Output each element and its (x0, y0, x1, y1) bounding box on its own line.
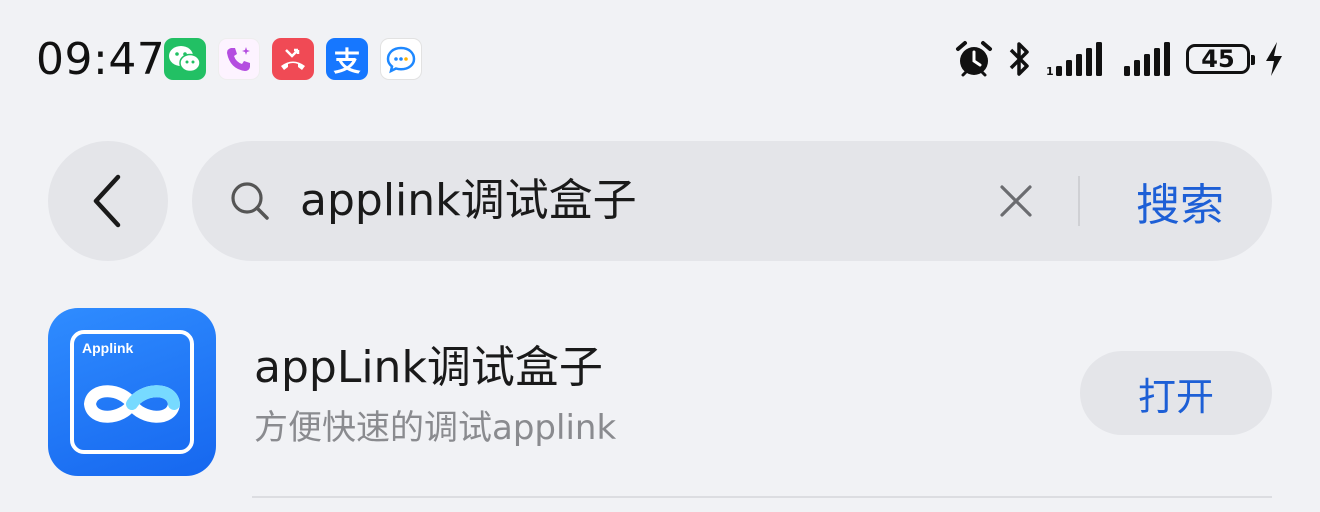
back-button[interactable] (48, 141, 168, 261)
app-icon[interactable]: Applink (48, 308, 216, 476)
charging-icon (1266, 42, 1282, 76)
infinity-logo-icon (83, 385, 181, 423)
system-icons: 1 45 (954, 38, 1284, 80)
clear-icon[interactable] (998, 183, 1034, 219)
app-name[interactable]: appLink调试盒子 (254, 340, 603, 396)
search-divider (1078, 176, 1080, 226)
message-icon (380, 38, 422, 80)
result-separator (252, 496, 1272, 498)
search-box[interactable]: applink调试盒子 搜索 (192, 141, 1272, 261)
wechat-icon (164, 38, 206, 80)
bluetooth-icon (1009, 42, 1029, 76)
app-description: 方便快速的调试applink (254, 408, 617, 448)
search-input[interactable]: applink调试盒子 (300, 173, 637, 229)
search-icon (231, 182, 269, 220)
signal-1-icon: 1 (1046, 42, 1102, 78)
app-icon-label: Applink (82, 340, 134, 356)
notification-icons: 支 (164, 38, 422, 80)
battery-level: 45 (1201, 45, 1235, 73)
clock: 09:47 (36, 34, 166, 85)
missed-call-icon (272, 38, 314, 80)
chevron-left-icon (93, 174, 121, 228)
battery-icon: 45 (1186, 44, 1255, 74)
status-bar: 09:47 支 1 45 (0, 0, 1320, 118)
open-button[interactable]: 打开 (1080, 351, 1272, 435)
signal-2-icon (1124, 42, 1170, 76)
alarm-icon (956, 41, 992, 77)
alipay-icon: 支 (326, 38, 368, 80)
search-button[interactable]: 搜索 (1106, 169, 1254, 233)
phone-call-icon (218, 38, 260, 80)
svg-text:1: 1 (1046, 65, 1054, 78)
